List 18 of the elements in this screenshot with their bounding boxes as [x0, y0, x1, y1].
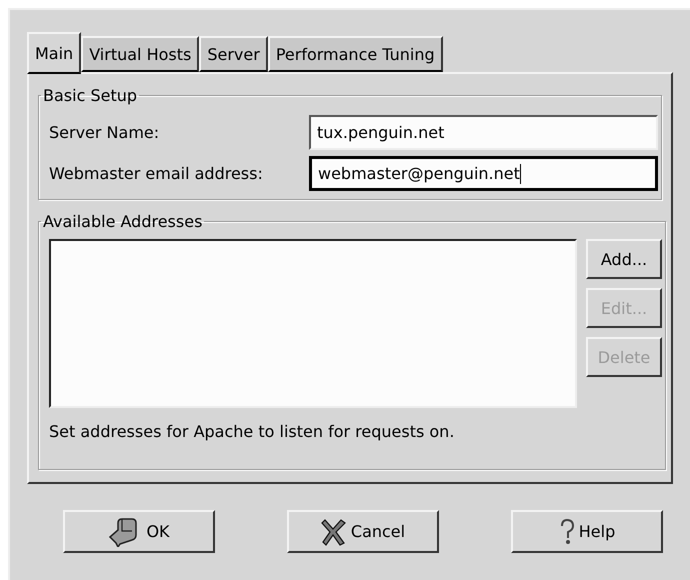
list-button[interactable]: Add... — [586, 239, 662, 279]
tab[interactable]: Server — [199, 36, 268, 72]
field-label: Webmaster email address: — [49, 164, 263, 183]
help-button[interactable]: Help — [511, 510, 663, 553]
address-list[interactable] — [49, 239, 577, 408]
tab[interactable]: Performance Tuning — [268, 36, 443, 72]
cancel-button[interactable]: Cancel — [287, 510, 439, 553]
field-label: Server Name: — [49, 123, 160, 142]
text-field[interactable]: tux.penguin.net — [309, 115, 658, 150]
x-icon — [320, 518, 347, 546]
group-title: Basic Setup — [42, 86, 138, 105]
ok-button[interactable]: OK — [63, 510, 215, 553]
text-field[interactable]: webmaster@penguin.net — [309, 156, 658, 191]
tab[interactable]: Virtual Hosts — [81, 36, 200, 72]
question-icon — [558, 518, 575, 546]
tab[interactable]: Main — [27, 32, 82, 74]
group-title: Available Addresses — [42, 212, 204, 231]
hint-text: Set addresses for Apache to listen for requests on. — [49, 422, 456, 441]
